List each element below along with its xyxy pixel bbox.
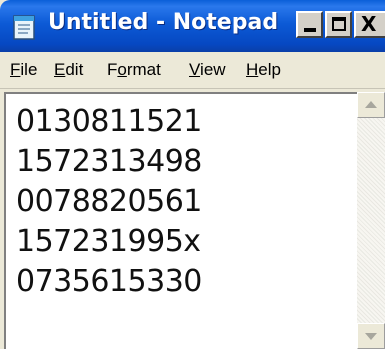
scroll-up-button[interactable]: [357, 92, 385, 118]
notepad-icon[interactable]: [10, 13, 40, 41]
scroll-up-arrow-icon: [365, 101, 377, 108]
text-line: 0078820561: [16, 184, 202, 219]
menu-bar: File Edit Format View Help: [0, 52, 385, 89]
menu-view-label: iew: [200, 60, 226, 79]
menu-format-prefix: F: [107, 60, 118, 79]
text-line: 0130811521: [16, 104, 202, 139]
menu-help-label: elp: [258, 60, 281, 79]
text-line: 1572313498: [16, 144, 202, 179]
maximize-button[interactable]: [325, 11, 352, 38]
close-button[interactable]: X: [354, 11, 385, 38]
maximize-icon: [332, 17, 346, 31]
document-text[interactable]: 0130811521 1572313498 0078820561 1572319…: [16, 102, 202, 302]
menu-help-mnemonic: H: [246, 60, 259, 79]
notepad-window: Untitled - Notepad X File Edit Format Vi…: [0, 0, 385, 349]
menu-edit-label: dit: [65, 60, 84, 79]
title-bar[interactable]: Untitled - Notepad X: [0, 0, 385, 52]
minimize-button[interactable]: [296, 11, 323, 38]
minimize-icon: [304, 28, 316, 32]
menu-file[interactable]: File: [10, 60, 37, 80]
menu-view[interactable]: View: [189, 60, 226, 80]
menu-edit-mnemonic: E: [54, 60, 66, 79]
menu-format-label: rmat: [126, 60, 161, 79]
vertical-scrollbar[interactable]: [357, 92, 385, 349]
menu-file-label: ile: [20, 60, 38, 79]
menu-file-mnemonic: F: [10, 60, 21, 79]
menu-edit[interactable]: Edit: [54, 60, 83, 80]
close-icon: X: [361, 12, 377, 36]
window-title: Untitled - Notepad: [48, 10, 279, 35]
text-editor-area[interactable]: 0130811521 1572313498 0078820561 1572319…: [4, 92, 385, 349]
menu-help[interactable]: Help: [246, 60, 281, 80]
menu-view-mnemonic: V: [189, 60, 201, 79]
text-line: 0735615330: [16, 264, 202, 299]
menu-format-mnemonic: o: [117, 60, 127, 79]
text-line: 157231995x: [16, 224, 201, 259]
menu-format[interactable]: Format: [107, 60, 161, 80]
scroll-down-button[interactable]: [357, 323, 385, 349]
scroll-down-arrow-icon: [365, 333, 377, 340]
